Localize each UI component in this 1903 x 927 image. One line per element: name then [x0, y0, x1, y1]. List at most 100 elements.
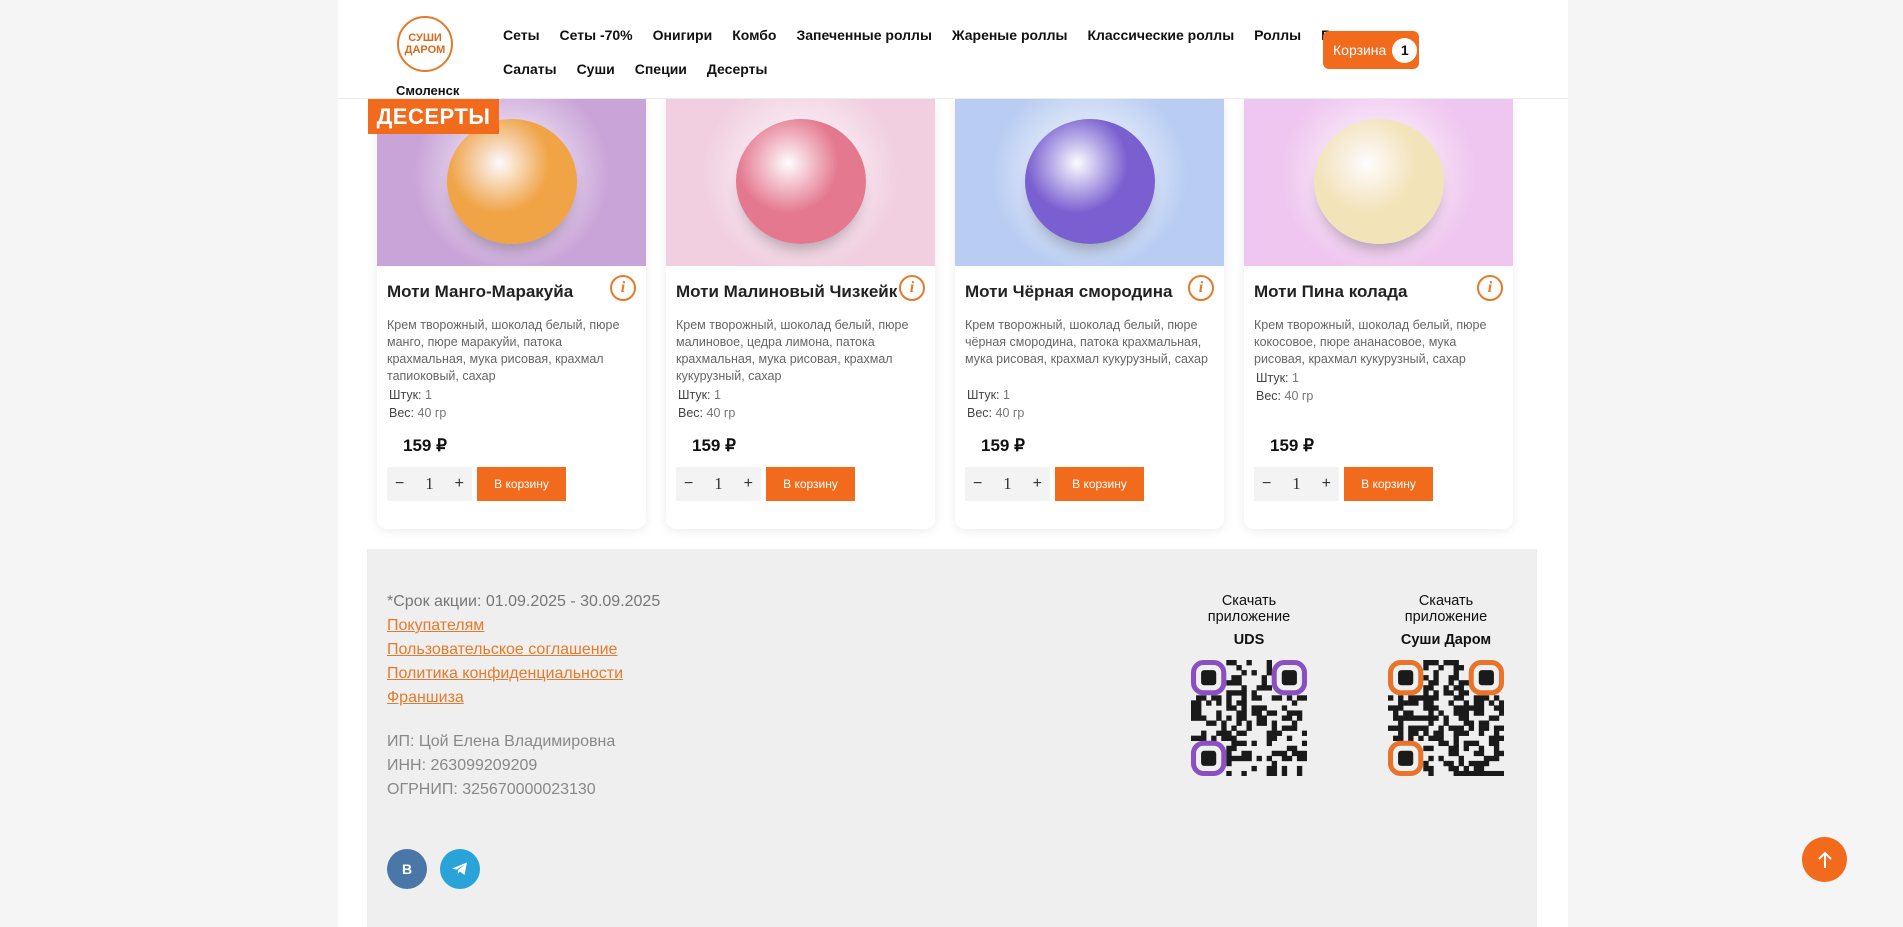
- nav-item[interactable]: Сеты -70%: [560, 27, 633, 43]
- plus-icon[interactable]: +: [744, 475, 753, 493]
- requisite-ogrnip: ОГРНИП: 325670000023130: [387, 781, 596, 798]
- product-title[interactable]: Моти Пина колада: [1254, 282, 1407, 302]
- logo-line1: СУШИ: [408, 32, 442, 44]
- product-title[interactable]: Моти Малиновый Чизкейк: [676, 282, 897, 302]
- product-weight: Вес: 40 гр: [389, 406, 447, 420]
- product-title[interactable]: Моти Манго-Маракуйа: [387, 282, 573, 302]
- info-icon[interactable]: i: [1477, 275, 1503, 301]
- mochi-image: [446, 119, 577, 244]
- nav-item[interactable]: Сеты: [503, 27, 540, 43]
- add-to-cart-button[interactable]: В корзину: [1055, 467, 1144, 501]
- product-description: Крем творожный, шоколад белый, пюре манг…: [387, 318, 620, 383]
- quantity-value: 1: [1292, 474, 1301, 493]
- quantity-stepper: − 1 +: [965, 467, 1050, 501]
- product-card: Моти Чёрная смородина i Крем творожный, …: [955, 99, 1224, 529]
- qr-code-uds[interactable]: [1190, 659, 1308, 777]
- product-price: 159 ₽: [981, 436, 1025, 455]
- footer-link-franchise[interactable]: Франшиза: [387, 689, 464, 707]
- plus-icon[interactable]: +: [1322, 475, 1331, 493]
- product-weight: Вес: 40 гр: [678, 406, 736, 420]
- minus-icon[interactable]: −: [395, 475, 404, 493]
- plus-icon[interactable]: +: [455, 475, 464, 493]
- quantity-value: 1: [1003, 474, 1012, 493]
- vk-button[interactable]: B: [387, 849, 427, 889]
- telegram-icon: [452, 862, 467, 875]
- nav-item[interactable]: Онигири: [653, 27, 713, 43]
- nav-row: Сеты Сеты -70% Онигири Комбо Запеченные ролл…: [503, 18, 1383, 52]
- vk-icon: B: [401, 861, 413, 877]
- plus-icon[interactable]: +: [1033, 475, 1042, 493]
- quantity-stepper: − 1 +: [676, 467, 761, 501]
- product-price: 159 ₽: [692, 436, 736, 455]
- product-title[interactable]: Моти Чёрная смородина: [965, 282, 1172, 302]
- cart-count-badge: 1: [1392, 37, 1418, 63]
- mochi-image: [1024, 119, 1155, 244]
- nav-row: Салаты Суши Специи Десерты: [503, 52, 1283, 86]
- telegram-button[interactable]: [440, 849, 480, 889]
- qr-code-sushi-darom[interactable]: [1387, 659, 1505, 777]
- product-card: Моти Малиновый Чизкейк i Крем творожный,…: [666, 99, 935, 529]
- info-icon[interactable]: i: [899, 275, 925, 301]
- quantity-value: 1: [714, 474, 723, 493]
- product-card: Моти Пина колада i Крем творожный, шокол…: [1244, 99, 1513, 529]
- product-image[interactable]: [955, 99, 1224, 266]
- mochi-image: [1313, 119, 1444, 244]
- nav-item[interactable]: Специи: [635, 61, 687, 77]
- qr-app-name: Суши Даром: [1400, 632, 1492, 648]
- product-description: Крем творожный, шоколад белый, пюре коко…: [1254, 318, 1487, 366]
- cart-button[interactable]: Корзина 1: [1323, 31, 1419, 69]
- section-title: ДЕСЕРТЫ: [368, 99, 499, 134]
- add-to-cart-button[interactable]: В корзину: [1344, 467, 1433, 501]
- qr-caption: Скачать приложение: [1207, 593, 1291, 625]
- logo-line2: ДАРОМ: [404, 44, 446, 56]
- minus-icon[interactable]: −: [1262, 475, 1271, 493]
- city-selector[interactable]: Смоленск: [396, 83, 459, 98]
- cart-label: Корзина: [1333, 42, 1387, 58]
- requisite-ip: ИП: Цой Елена Владимировна: [387, 733, 616, 750]
- product-card: Моти Манго-Маракуйа i Крем творожный, шо…: [377, 99, 646, 529]
- nav-item[interactable]: Десерты: [707, 61, 768, 77]
- nav-item[interactable]: Комбо: [732, 27, 776, 43]
- add-to-cart-button[interactable]: В корзину: [766, 467, 855, 501]
- requisite-inn: ИНН: 263099209209: [387, 757, 538, 774]
- minus-icon[interactable]: −: [684, 475, 693, 493]
- product-pieces: Штук: 1: [1256, 371, 1299, 385]
- arrow-up-icon: [1817, 851, 1832, 868]
- footer-link-buyers[interactable]: Покупателям: [387, 617, 484, 635]
- logo[interactable]: СУШИ ДАРОМ: [397, 16, 453, 72]
- qr-app-name: UDS: [1233, 632, 1265, 648]
- product-price: 159 ₽: [1270, 436, 1314, 455]
- quantity-value: 1: [425, 474, 434, 493]
- info-icon[interactable]: i: [1188, 275, 1214, 301]
- quantity-stepper: − 1 +: [387, 467, 472, 501]
- add-to-cart-button[interactable]: В корзину: [477, 467, 566, 501]
- info-icon[interactable]: i: [610, 275, 636, 301]
- site-header: СУШИ ДАРОМ Смоленск Сеты Сеты -70% Онигири…: [338, 0, 1568, 99]
- product-description: Крем творожный, шоколад белый, пюре мали…: [676, 318, 909, 383]
- quantity-stepper: − 1 +: [1254, 467, 1339, 501]
- footer-link-privacy[interactable]: Политика конфиденциальности: [387, 665, 623, 683]
- scroll-to-top-button[interactable]: [1802, 837, 1847, 882]
- nav-item[interactable]: Жареные роллы: [952, 27, 1068, 43]
- nav-item[interactable]: Роллы: [1254, 27, 1301, 43]
- product-pieces: Штук: 1: [967, 388, 1010, 402]
- product-image[interactable]: [1244, 99, 1513, 266]
- qr-caption: Скачать приложение: [1404, 593, 1488, 625]
- product-weight: Вес: 40 гр: [967, 406, 1025, 420]
- product-weight: Вес: 40 гр: [1256, 389, 1314, 403]
- promo-period: *Срок акции: 01.09.2025 - 30.09.2025: [387, 593, 661, 610]
- product-image[interactable]: [666, 99, 935, 266]
- product-pieces: Штук: 1: [678, 388, 721, 402]
- nav-item[interactable]: Классические роллы: [1087, 27, 1234, 43]
- qr-block-uds: Скачать приложение UDS: [1179, 593, 1319, 777]
- footer-link-agreement[interactable]: Пользовательское соглашение: [387, 641, 617, 659]
- nav-item[interactable]: Запеченные роллы: [797, 27, 932, 43]
- product-pieces: Штук: 1: [389, 388, 432, 402]
- main-nav: Сеты Сеты -70% Онигири Комбо Запеченные ролл…: [503, 18, 1383, 86]
- nav-item[interactable]: Суши: [577, 61, 615, 77]
- qr-block-sushi-darom: Скачать приложение Суши Даром: [1376, 593, 1516, 777]
- nav-item[interactable]: Салаты: [503, 61, 557, 77]
- mochi-image: [735, 119, 866, 244]
- minus-icon[interactable]: −: [973, 475, 982, 493]
- product-description: Крем творожный, шоколад белый, пюре чёрн…: [965, 318, 1208, 366]
